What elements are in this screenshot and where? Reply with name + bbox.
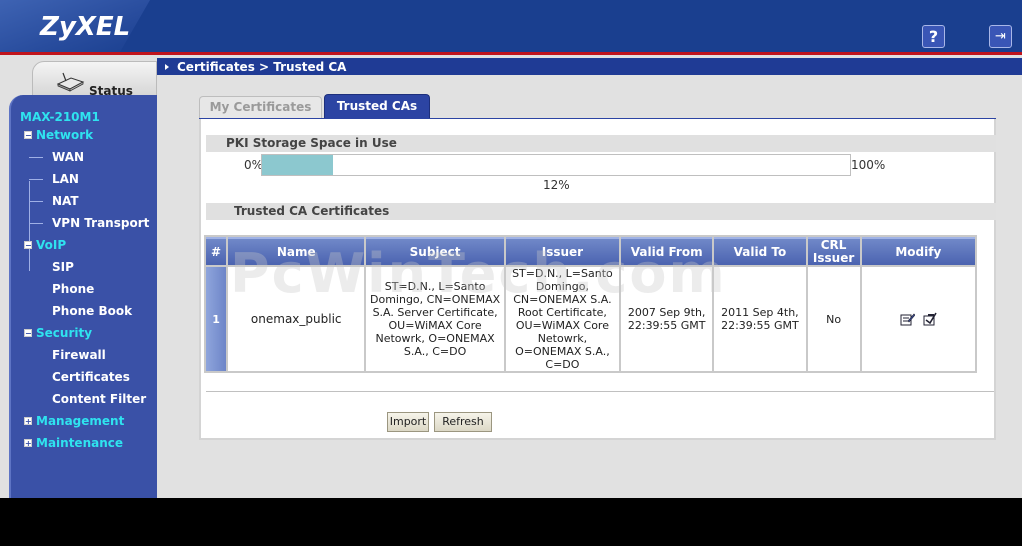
column-header: Issuer [505,237,620,265]
sidebar-item-sip[interactable]: SIP [52,260,74,274]
main-content: Certificates > Trusted CA My Certificate… [157,55,1022,498]
trusted-ca-panel: PKI Storage Space in Use 0% 100% 12% Tru… [199,119,996,440]
tab-trusted-cas[interactable]: Trusted CAs [324,94,430,118]
top-header: ZyXEL ? ⇥ [0,0,1022,52]
storage-progress-fill [262,155,333,175]
sidebar-item-phone-book[interactable]: Phone Book [52,304,132,318]
column-header: Modify [861,237,975,265]
breadcrumb-bar: Certificates > Trusted CA [157,58,1022,75]
sidebar-item-wan[interactable]: WAN [52,150,84,164]
sidebar-group-label: Network [36,128,94,142]
row-index: 1 [206,267,227,371]
tree-tick [29,201,43,202]
cert-subject: ST=D.N., L=Santo Domingo, CN=ONEMAX S.A.… [366,267,504,371]
zyxel-logo: ZyXEL [40,12,131,42]
sidebar-group-label: Maintenance [36,436,124,450]
router-icon [56,72,85,92]
sidebar-group-management[interactable]: + Management [24,414,124,428]
trusted-ca-table: # Name Subject Issuer Valid From Valid T… [204,235,977,373]
edit-icon[interactable] [900,312,915,326]
sidebar-item-vpn-transport[interactable]: VPN Transport [52,216,149,230]
storage-max-label: 100% [851,158,886,172]
logout-icon[interactable]: ⇥ [989,25,1012,48]
sidebar-item-nat[interactable]: NAT [52,194,79,208]
sidebar-group-network[interactable]: − Network [24,128,93,142]
tab-my-certificates[interactable]: My Certificates [199,96,322,118]
cert-valid-to: 2011 Sep 4th, 22:39:55 GMT [714,267,806,371]
help-icon[interactable]: ? [922,25,945,48]
column-header: Name [228,237,365,265]
breadcrumb: Certificates > Trusted CA [177,60,347,74]
column-header: # [206,237,227,265]
collapse-icon[interactable]: − [24,241,32,250]
sidebar-group-label: Security [36,326,93,340]
sidebar-item-content-filter[interactable]: Content Filter [52,392,146,406]
cert-issuer: ST=D.N., L=Santo Domingo, CN=ONEMAX S.A.… [505,267,620,371]
sidebar-group-security[interactable]: − Security [24,326,92,340]
collapse-icon[interactable]: − [24,329,32,338]
sidebar-item-firewall[interactable]: Firewall [52,348,106,362]
sidebar: Status MAX-210M1 − Network WAN LAN NAT V… [0,55,157,498]
sidebar-group-label: VoIP [36,238,67,252]
sidebar-group-label: Management [36,414,125,428]
delete-icon[interactable] [922,312,937,326]
tree-tick [29,157,43,158]
column-header: Valid To [714,237,806,265]
table-header-row: # Name Subject Issuer Valid From Valid T… [206,237,975,265]
storage-progress-bar [261,154,851,176]
refresh-button[interactable]: Refresh [434,412,492,432]
panel-divider [206,391,994,392]
modify-cell [861,267,975,371]
storage-section-title: PKI Storage Space in Use [206,135,996,152]
ca-section-title: Trusted CA Certificates [206,203,996,220]
side-nav: MAX-210M1 − Network WAN LAN NAT VPN Tran… [9,95,157,498]
cert-valid-from: 2007 Sep 9th, 22:39:55 GMT [621,267,713,371]
tree-line [29,181,30,271]
column-header: Valid From [621,237,713,265]
tree-tick [29,223,43,224]
column-header: CRL Issuer [807,237,860,265]
sidebar-group-voip[interactable]: − VoIP [24,238,66,252]
tree-tick [29,179,43,180]
expand-icon[interactable]: + [24,439,32,448]
sidebar-item-certificates[interactable]: Certificates [52,370,130,384]
breadcrumb-arrow-icon [165,64,169,70]
cert-name: onemax_public [228,267,365,371]
import-button[interactable]: Import [387,412,429,432]
sidebar-item-phone[interactable]: Phone [52,282,94,296]
expand-icon[interactable]: + [24,417,32,426]
bottom-black-bar [0,498,1022,546]
collapse-icon[interactable]: − [24,131,32,140]
cert-crl-issuer: No [807,267,860,371]
storage-value-label: 12% [543,178,570,192]
table-row: 1 onemax_public ST=D.N., L=Santo Domingo… [206,267,975,371]
sidebar-item-lan[interactable]: LAN [52,172,79,186]
column-header: Subject [366,237,504,265]
sidebar-group-maintenance[interactable]: + Maintenance [24,436,123,450]
device-name[interactable]: MAX-210M1 [20,110,100,124]
